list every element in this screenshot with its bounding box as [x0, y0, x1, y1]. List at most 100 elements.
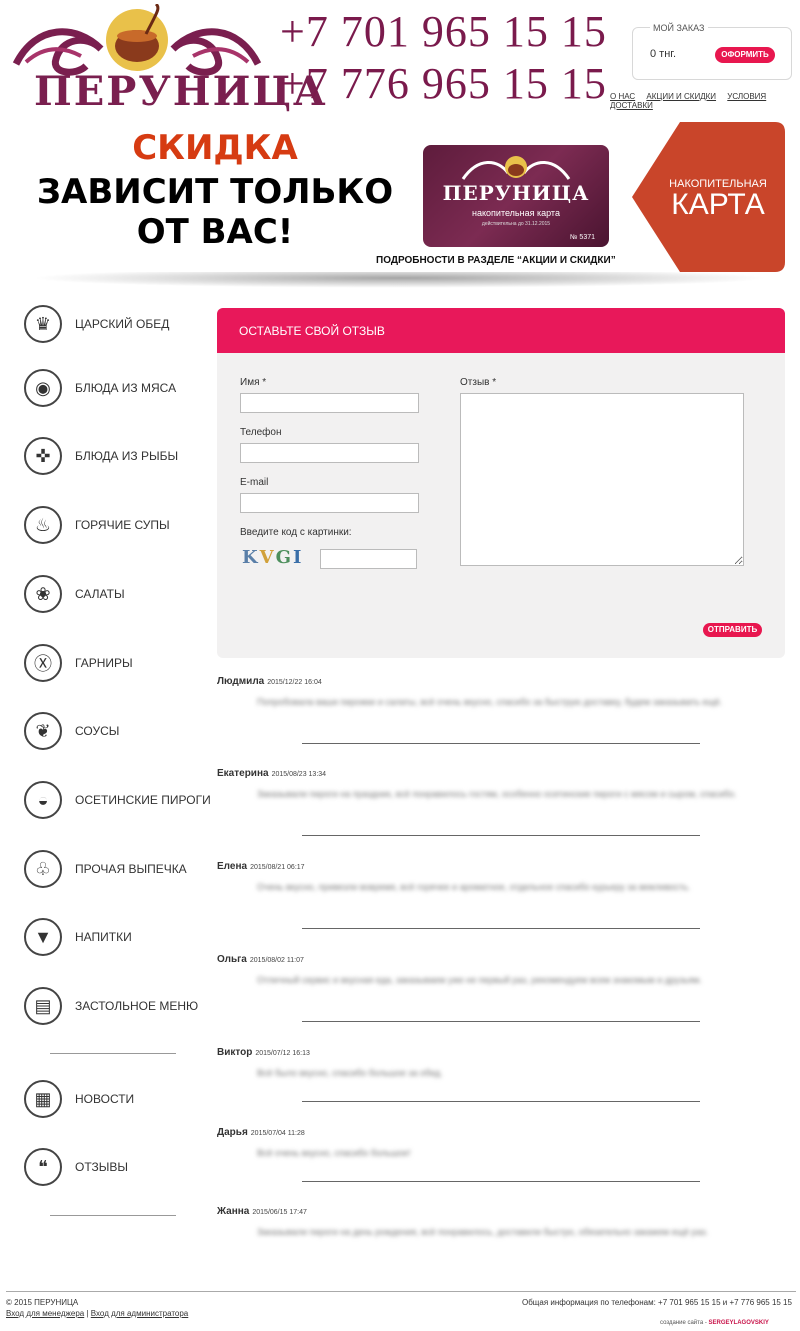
review-date: 2015/08/21 06:17: [250, 864, 305, 871]
pie-icon: ◒: [24, 781, 62, 819]
sidebar-divider: [50, 1053, 176, 1054]
review-author: Екатерина: [217, 768, 269, 779]
sidebar-item[interactable]: ♛ ЦАРСКИЙ ОБЕД: [24, 305, 214, 345]
sidebar-item-label: НАПИТКИ: [75, 930, 132, 944]
footer-separator: |: [86, 1309, 89, 1318]
review-text: Попробовала ваши пирожки и салаты, всё о…: [257, 697, 723, 707]
review-date: 2015/07/04 11:28: [250, 1130, 305, 1137]
review-form-title: ОСТАВЬТЕ СВОЙ ОТЗЫВ: [239, 324, 385, 338]
review-divider: [302, 928, 700, 929]
phone-1[interactable]: +7 701 965 15 15: [280, 6, 607, 58]
loyalty-card-image: ПЕРУНИЦА накопительная карта действитель…: [423, 145, 609, 247]
sidebar-item-label: ЗАСТОЛЬНОЕ МЕНЮ: [75, 999, 199, 1013]
review-author: Людмила: [217, 676, 265, 687]
sidebar-item[interactable]: ❀ САЛАТЫ: [24, 575, 214, 615]
sidebar-item[interactable]: ♨ ГОРЯЧИЕ СУПЫ: [24, 506, 214, 546]
banner-caption: ПОДРОБНОСТИ В РАЗДЕЛЕ “АКЦИИ И СКИДКИ”: [376, 255, 616, 266]
sidebar-item[interactable]: ▦ НОВОСТИ: [24, 1080, 214, 1120]
sidebar-item[interactable]: ▼ НАПИТКИ: [24, 918, 214, 958]
review-header: Дарья 2015/07/04 11:28: [217, 1127, 305, 1138]
review-author: Виктор: [217, 1047, 253, 1058]
top-nav: О НАС АКЦИИ И СКИДКИ УСЛОВИЯ ДОСТАВКИ: [610, 92, 800, 110]
nav-promotions-link[interactable]: АКЦИИ И СКИДКИ: [646, 92, 716, 101]
phone-input[interactable]: [240, 443, 419, 463]
plate-icon: Ⓧ: [24, 644, 62, 682]
review-divider: [302, 835, 700, 836]
footer-credit: создание сайта - SERGEYLAGOVSKIY: [660, 1320, 769, 1326]
manager-login-link[interactable]: Вход для менеджера: [6, 1309, 84, 1318]
sidebar-item[interactable]: ❦ СОУСЫ: [24, 712, 214, 752]
captcha-label: Введите код с картинки:: [240, 527, 352, 538]
order-title: МОЙ ЗАКАЗ: [650, 23, 708, 33]
meat-icon: ◉: [24, 369, 62, 407]
newspaper-icon: ▦: [24, 1080, 62, 1118]
review-text: Всё очень вкусно, спасибо большое!: [257, 1148, 411, 1158]
review-textarea[interactable]: [460, 393, 744, 566]
review-divider: [302, 1021, 700, 1022]
review-date: 2015/12/22 16:04: [267, 679, 322, 686]
sidebar-item[interactable]: Ⓧ ГАРНИРЫ: [24, 644, 214, 684]
sidebar-item[interactable]: ✜ БЛЮДА ИЗ РЫБЫ: [24, 437, 214, 477]
sidebar-item-label: ОСЕТИНСКИЕ ПИРОГИ: [75, 793, 211, 807]
name-input[interactable]: [240, 393, 419, 413]
footer-links: Вход для менеджера | Вход для администра…: [6, 1309, 188, 1318]
phone-numbers: +7 701 965 15 15 +7 776 965 15 15: [280, 6, 607, 110]
review-author: Жанна: [217, 1206, 250, 1217]
email-input[interactable]: [240, 493, 419, 513]
checkout-button[interactable]: ОФОРМИТЬ: [715, 47, 775, 63]
promo-line-3: ОТ ВАС!: [136, 212, 294, 252]
sidebar-item-label: ГАРНИРЫ: [75, 656, 133, 670]
phone-label: Телефон: [240, 427, 282, 438]
submit-review-button[interactable]: ОТПРАВИТЬ: [703, 623, 762, 637]
review-author: Ольга: [217, 954, 247, 965]
promo-headline: СКИДКА: [132, 128, 298, 168]
card-title: ПЕРУНИЦА: [442, 181, 590, 205]
captcha-input[interactable]: [320, 549, 417, 569]
sidebar-item[interactable]: ♧ ПРОЧАЯ ВЫПЕЧКА: [24, 850, 214, 890]
review-divider: [302, 1101, 700, 1102]
card-subtitle: накопительная карта: [472, 208, 560, 218]
sidebar-item[interactable]: ❝ ОТЗЫВЫ: [24, 1148, 214, 1188]
cocktail-icon: ▼: [24, 918, 62, 956]
review-date: 2015/08/23 13:34: [271, 771, 327, 778]
sidebar-item[interactable]: ▤ ЗАСТОЛЬНОЕ МЕНЮ: [24, 987, 214, 1027]
review-author: Елена: [217, 861, 248, 872]
review-author: Дарья: [217, 1127, 248, 1138]
sidebar-item[interactable]: ◒ ОСЕТИНСКИЕ ПИРОГИ: [24, 781, 214, 821]
captcha-char-2: V: [259, 547, 276, 568]
sidebar-item-label: БЛЮДА ИЗ МЯСА: [75, 381, 177, 395]
sidebar-item-label: ОТЗЫВЫ: [75, 1160, 129, 1174]
menu-book-icon: ▤: [24, 987, 62, 1025]
review-header: Ольга 2015/08/02 11:07: [217, 954, 304, 965]
admin-login-link[interactable]: Вход для администратора: [91, 1309, 189, 1318]
review-text: Заказывали пироги на день рождения, всё …: [257, 1227, 709, 1237]
promo-line-2: ЗАВИСИТ ТОЛЬКО: [36, 172, 394, 212]
captcha-char-3: G: [275, 547, 293, 568]
review-date: 2015/08/02 11:07: [249, 957, 304, 964]
review-text: Заказывали пироги на праздник, всё понра…: [257, 789, 737, 799]
review-divider: [302, 1181, 700, 1182]
site-header: ПЕРУНИЦА +7 701 965 15 15 +7 776 965 15 …: [0, 0, 800, 118]
fish-icon: ✜: [24, 437, 62, 475]
footer-divider: [6, 1291, 796, 1292]
promo-subheadline: ЗАВИСИТ ТОЛЬКО ОТ ВАС!: [0, 172, 430, 252]
cupcake-icon: ♧: [24, 850, 62, 888]
sidebar-item-label: БЛЮДА ИЗ РЫБЫ: [75, 449, 179, 463]
site-logo[interactable]: ПЕРУНИЦА: [6, 4, 326, 116]
email-label: E-mail: [240, 477, 269, 488]
card-valid-until: действительна до 31.12.2015: [481, 221, 551, 227]
phone-2[interactable]: +7 776 965 15 15: [280, 58, 607, 110]
captcha-char-1: K: [242, 547, 260, 568]
sidebar-item[interactable]: ◉ БЛЮДА ИЗ МЯСА: [24, 369, 214, 409]
speech-bubble-icon: ❝: [24, 1148, 62, 1186]
captcha-image: KVGI: [242, 547, 303, 568]
footer-copyright: © 2015 ПЕРУНИЦА: [6, 1298, 79, 1307]
sauce-icon: ❦: [24, 712, 62, 750]
card-number: № 5371: [569, 234, 595, 241]
nav-about-link[interactable]: О НАС: [610, 92, 635, 101]
review-text: Очень вкусно, привезли вовремя, всё горя…: [257, 882, 691, 892]
review-form-header: ОСТАВЬТЕ СВОЙ ОТЗЫВ: [217, 308, 785, 353]
credit-link[interactable]: SERGEYLAGOVSKIY: [709, 1320, 769, 1326]
sidebar-item-label: САЛАТЫ: [75, 587, 125, 601]
review-text: Отличный сервис и вкусная еда, заказывае…: [257, 975, 702, 985]
